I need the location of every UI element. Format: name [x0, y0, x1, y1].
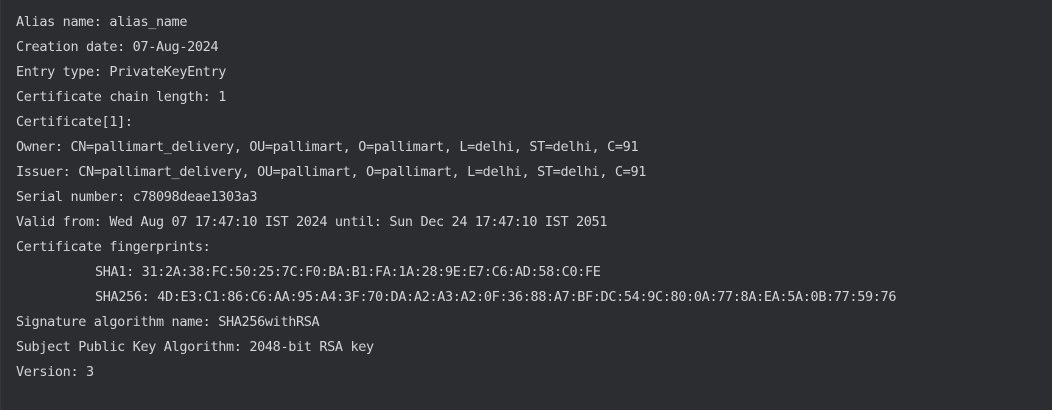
certificate-index-line: Certificate[1]: — [16, 114, 133, 130]
keytool-output: Alias name: alias_name Creation date: 07… — [16, 10, 1046, 385]
alias-name-line: Alias name: alias_name — [16, 14, 188, 30]
signature-algorithm-line: Signature algorithm name: SHA256withRSA — [16, 314, 320, 330]
sha256-fingerprint-line: SHA256: 4D:E3:C1:86:C6:AA:95:A4:3F:70:DA… — [95, 289, 897, 305]
entry-type-line: Entry type: PrivateKeyEntry — [16, 64, 226, 80]
owner-line: Owner: CN=pallimart_delivery, OU=pallima… — [16, 139, 639, 155]
certificate-fingerprints-heading: Certificate fingerprints: — [16, 239, 211, 255]
certificate-chain-length-line: Certificate chain length: 1 — [16, 89, 226, 105]
terminal-output-panel[interactable]: Alias name: alias_name Creation date: 07… — [0, 0, 1052, 410]
public-key-algorithm-line: Subject Public Key Algorithm: 2048-bit R… — [16, 339, 374, 355]
validity-line: Valid from: Wed Aug 07 17:47:10 IST 2024… — [16, 214, 608, 230]
issuer-line: Issuer: CN=pallimart_delivery, OU=pallim… — [16, 164, 646, 180]
serial-number-line: Serial number: c78098deae1303a3 — [16, 189, 258, 205]
creation-date-line: Creation date: 07-Aug-2024 — [16, 39, 219, 55]
version-line: Version: 3 — [16, 364, 94, 380]
sha1-fingerprint-line: SHA1: 31:2A:38:FC:50:25:7C:F0:BA:B1:FA:1… — [95, 264, 601, 280]
